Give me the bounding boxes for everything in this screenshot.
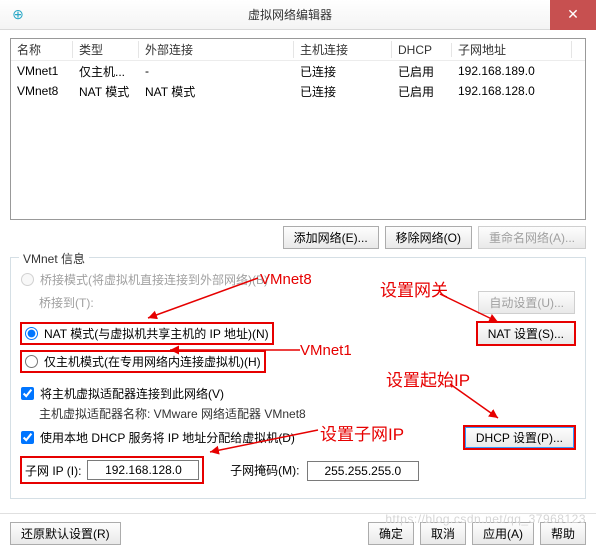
subnet-ip-input[interactable] bbox=[87, 460, 199, 480]
table-row[interactable]: VMnet1 仅主机... - 已连接 已启用 192.168.189.0 bbox=[11, 61, 585, 81]
col-name: 名称 bbox=[11, 41, 73, 58]
table-row[interactable]: VMnet8 NAT 模式 NAT 模式 已连接 已启用 192.168.128… bbox=[11, 81, 585, 101]
mask-label: 子网掩码(M): bbox=[230, 464, 299, 478]
cell-dhcp: 已启用 bbox=[392, 63, 452, 80]
bridged-to-label: 桥接到(T): bbox=[39, 294, 94, 311]
nat-radio[interactable]: NAT 模式(与虚拟机共享主机的 IP 地址)(N) bbox=[21, 323, 273, 344]
col-host: 主机连接 bbox=[294, 41, 392, 58]
cell-dhcp: 已启用 bbox=[392, 83, 452, 100]
cell-name: VMnet1 bbox=[11, 64, 73, 78]
nat-settings-button[interactable]: NAT 设置(S)... bbox=[477, 322, 575, 345]
table-header: 名称 类型 外部连接 主机连接 DHCP 子网地址 bbox=[11, 39, 585, 61]
cell-host: 已连接 bbox=[294, 63, 392, 80]
col-ext: 外部连接 bbox=[139, 41, 294, 58]
bridged-label: 桥接模式(将虚拟机直接连接到外部网络)(B) bbox=[40, 271, 268, 288]
cell-name: VMnet8 bbox=[11, 84, 73, 98]
hostonly-radio-input[interactable] bbox=[25, 355, 38, 368]
adapter-name-label: 主机虚拟适配器名称: VMware 网络适配器 VMnet8 bbox=[39, 405, 575, 422]
cell-subnet: 192.168.189.0 bbox=[452, 64, 572, 78]
cell-ext: NAT 模式 bbox=[139, 83, 294, 100]
close-button[interactable]: ✕ bbox=[550, 0, 596, 30]
mask-input[interactable] bbox=[307, 461, 419, 481]
bridged-radio-input bbox=[21, 273, 34, 286]
cell-type: 仅主机... bbox=[73, 63, 139, 80]
app-icon: ⊕ bbox=[6, 3, 30, 27]
cell-subnet: 192.168.128.0 bbox=[452, 84, 572, 98]
cell-type: NAT 模式 bbox=[73, 83, 139, 100]
group-title: VMnet 信息 bbox=[19, 250, 89, 267]
nat-label: NAT 模式(与虚拟机共享主机的 IP 地址)(N) bbox=[44, 325, 269, 342]
bridged-radio[interactable]: 桥接模式(将虚拟机直接连接到外部网络)(B) bbox=[21, 271, 575, 288]
col-type: 类型 bbox=[73, 41, 139, 58]
restore-defaults-button[interactable]: 还原默认设置(R) bbox=[10, 522, 121, 545]
nat-radio-input[interactable] bbox=[25, 327, 38, 340]
add-network-button[interactable]: 添加网络(E)... bbox=[283, 226, 379, 249]
window-title: 虚拟网络编辑器 bbox=[30, 6, 550, 23]
subnet-ip-row: 子网 IP (I): bbox=[21, 457, 203, 483]
rename-network-button: 重命名网络(A)... bbox=[478, 226, 586, 249]
use-dhcp-checkbox[interactable]: 使用本地 DHCP 服务将 IP 地址分配给虚拟机(D) bbox=[21, 429, 295, 446]
connect-host-checkbox[interactable]: 将主机虚拟适配器连接到此网络(V) bbox=[21, 385, 575, 402]
use-dhcp-label: 使用本地 DHCP 服务将 IP 地址分配给虚拟机(D) bbox=[40, 429, 295, 446]
dhcp-settings-button[interactable]: DHCP 设置(P)... bbox=[464, 426, 575, 449]
remove-network-button[interactable]: 移除网络(O) bbox=[385, 226, 472, 249]
col-dhcp: DHCP bbox=[392, 43, 452, 57]
col-subnet: 子网地址 bbox=[452, 41, 572, 58]
subnet-ip-label: 子网 IP (I): bbox=[25, 462, 81, 479]
network-table[interactable]: 名称 类型 外部连接 主机连接 DHCP 子网地址 VMnet1 仅主机... … bbox=[10, 38, 586, 220]
hostonly-radio[interactable]: 仅主机模式(在专用网络内连接虚拟机)(H) bbox=[21, 351, 265, 372]
connect-host-label: 将主机虚拟适配器连接到此网络(V) bbox=[40, 385, 224, 402]
auto-settings-button: 自动设置(U)... bbox=[478, 291, 575, 314]
connect-host-input[interactable] bbox=[21, 387, 34, 400]
cell-ext: - bbox=[139, 64, 294, 78]
vmnet-info-group: VMnet 信息 桥接模式(将虚拟机直接连接到外部网络)(B) 桥接到(T): … bbox=[10, 257, 586, 499]
watermark: https://blog.csdn.net/qq_37968123 bbox=[385, 512, 586, 526]
hostonly-label: 仅主机模式(在专用网络内连接虚拟机)(H) bbox=[44, 353, 261, 370]
cell-host: 已连接 bbox=[294, 83, 392, 100]
use-dhcp-input[interactable] bbox=[21, 431, 34, 444]
